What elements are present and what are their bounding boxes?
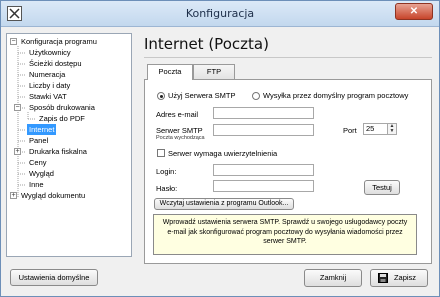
save-button-label: Zapisz [393, 273, 417, 282]
tree-item-wyglad[interactable]: Wygląd [29, 168, 54, 179]
smtp-radio[interactable] [157, 92, 165, 100]
tree-item-sciezki-dostepu[interactable]: Ścieżki dostępu [29, 58, 82, 69]
password-input[interactable] [213, 180, 314, 192]
tree-item-numeracja[interactable]: Numeracja [29, 69, 65, 80]
login-input[interactable] [213, 164, 314, 176]
default-client-radio-label[interactable]: Wysyłka przez domyślny program pocztowy [263, 91, 408, 100]
tree-item-wyglad-dokumentu[interactable]: Wygląd dokumentu [21, 190, 85, 201]
smtp-radio-label[interactable]: Użyj Serwera SMTP [168, 91, 236, 100]
expand-icon[interactable]: + [10, 192, 17, 199]
smtp-server-label: Serwer SMTP [156, 126, 203, 135]
tab-ftp[interactable]: FTP [193, 64, 235, 79]
collapse-icon[interactable]: − [14, 104, 21, 111]
auth-checkbox[interactable] [157, 149, 165, 157]
tree-item-drukarka-fiskalna[interactable]: Drukarka fiskalna [29, 146, 87, 157]
info-box: Wprowadź ustawienia serwera SMTP. Sprawd… [153, 214, 417, 255]
settings-tree[interactable]: − Konfiguracja programu Użytkownicy Ście… [6, 33, 132, 257]
import-outlook-button[interactable]: Wczytaj ustawienia z programu Outlook... [154, 198, 294, 210]
tree-item-konfiguracja-programu[interactable]: Konfiguracja programu [21, 36, 97, 47]
tree-item-ceny[interactable]: Ceny [29, 157, 47, 168]
close-window-button[interactable]: ✕ [395, 3, 433, 20]
password-label: Hasło: [156, 184, 178, 193]
window-title: Konfiguracja [185, 7, 255, 20]
tree-item-inne[interactable]: Inne [29, 179, 44, 190]
tree-item-internet[interactable]: Internet [27, 124, 57, 135]
title-divider [144, 57, 432, 58]
tree-item-sposob-drukowania[interactable]: Sposób drukowania [29, 102, 95, 113]
expand-icon[interactable]: + [14, 148, 21, 155]
test-button[interactable]: Testuj [364, 180, 400, 195]
email-label: Adres e-mail [156, 110, 199, 119]
tab-poczta[interactable]: Poczta [147, 64, 193, 80]
close-button-label: Zamknij [319, 273, 347, 282]
tree-item-panel[interactable]: Panel [29, 135, 48, 146]
smtp-server-input[interactable] [213, 124, 314, 136]
title-bar[interactable]: Konfiguracja ✕ [1, 1, 439, 27]
config-window: Konfiguracja ✕ − Konfiguracja programu U… [0, 0, 440, 297]
page-title: Internet (Poczta) [144, 35, 269, 53]
auth-checkbox-label[interactable]: Serwer wymaga uwierzytelnienia [168, 149, 277, 158]
restore-defaults-button[interactable]: Ustawienia domyślne [10, 269, 98, 286]
save-button[interactable]: Zapisz [370, 269, 428, 287]
login-label: Login: [156, 167, 177, 176]
default-client-radio[interactable] [252, 92, 260, 100]
tree-item-zapis-do-pdf[interactable]: Zapis do PDF [39, 113, 85, 124]
smtp-server-sublabel: Poczta wychodząca [156, 135, 205, 141]
floppy-disk-icon [378, 273, 388, 283]
email-input[interactable] [213, 107, 314, 119]
tree-item-liczby-i-daty[interactable]: Liczby i daty [29, 80, 70, 91]
port-stepper[interactable]: ▲ ▼ [388, 123, 397, 135]
tree-item-stawki-vat[interactable]: Stawki VAT [29, 91, 67, 102]
close-button[interactable]: Zamknij [304, 269, 362, 287]
port-label: Port [343, 126, 357, 135]
collapse-icon[interactable]: − [10, 38, 17, 45]
port-input[interactable]: 25 [363, 123, 388, 135]
tree-item-uzytkownicy[interactable]: Użytkownicy [29, 47, 71, 58]
chevron-down-icon[interactable]: ▼ [388, 129, 396, 134]
